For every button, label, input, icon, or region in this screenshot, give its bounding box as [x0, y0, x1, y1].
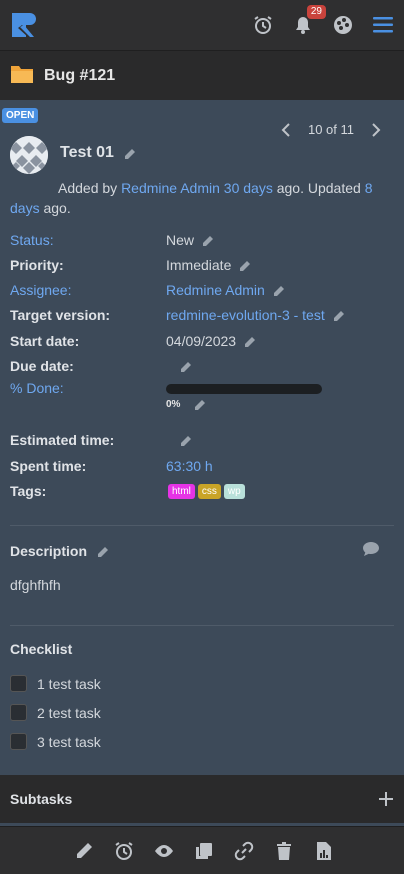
subtasks-title: Subtasks — [10, 791, 73, 807]
attr-label: Spent time: — [10, 458, 87, 474]
bottom-toolbar — [0, 826, 404, 874]
attr-target-version: Target version: redmine-evolution-3 - te… — [10, 305, 390, 325]
attr-done: % Done: 0% — [10, 380, 390, 420]
chevron-left-icon[interactable] — [280, 122, 294, 137]
checklist-item: 1 test task — [10, 675, 101, 692]
edit-pencil-icon[interactable] — [202, 234, 214, 246]
edit-pencil-icon[interactable] — [97, 545, 109, 557]
edit-pencil-icon[interactable] — [124, 147, 136, 159]
attr-spent-time: Spent time: 63:30 h — [10, 456, 390, 476]
assignee-link[interactable]: Redmine Admin — [166, 282, 265, 298]
target-version-link[interactable]: redmine-evolution-3 - test — [166, 307, 325, 323]
done-progress-bar — [166, 384, 322, 394]
description-text: dfghfhfh — [10, 577, 61, 593]
pdf-icon[interactable] — [314, 841, 334, 861]
avatar — [10, 136, 48, 174]
alarm-clock-icon[interactable] — [252, 14, 274, 36]
tag-chip[interactable]: css — [197, 483, 221, 499]
menu-icon[interactable] — [372, 14, 394, 36]
tag-chip[interactable]: wp — [223, 483, 245, 499]
page-title: Bug #121 — [44, 66, 116, 84]
issue-content: OPEN 10 of 11 Test 01 Added by Redmine A… — [0, 100, 404, 775]
attr-status: Status: New — [10, 230, 390, 250]
issue-title: Test 01 — [60, 144, 136, 162]
attr-label[interactable]: Status: — [10, 232, 166, 248]
done-percent: 0% — [166, 398, 181, 410]
description-header: Description — [10, 543, 109, 559]
comment-icon[interactable] — [362, 541, 380, 557]
attr-priority: Priority: Immediate — [10, 255, 390, 275]
issue-title-bar: Bug #121 — [0, 50, 404, 100]
checklist-checkbox[interactable] — [10, 733, 27, 750]
edit-icon[interactable] — [74, 841, 94, 861]
attr-value: New — [166, 232, 195, 248]
checklist-item-label: 1 test task — [37, 675, 101, 692]
subtasks-bar: Subtasks — [0, 775, 404, 823]
folder-icon — [10, 63, 34, 88]
pager-text: 10 of 11 — [307, 122, 354, 137]
chevron-right-icon[interactable] — [368, 122, 382, 137]
checklist-item: 3 test task — [10, 733, 101, 750]
attr-label: Start date: — [10, 333, 80, 349]
link-icon[interactable] — [234, 841, 254, 861]
copy-icon[interactable] — [194, 841, 214, 861]
issue-author-line: Added by Redmine Admin 30 days ago. Upda… — [10, 180, 373, 216]
attr-label: Tags: — [10, 483, 47, 499]
attr-label[interactable]: % Done: — [10, 380, 166, 396]
top-bar: 29 — [0, 0, 404, 50]
attr-estimated-time: Estimated time: — [10, 430, 390, 450]
edit-pencil-icon[interactable] — [239, 259, 251, 271]
redmine-logo-icon[interactable] — [10, 11, 38, 39]
issue-title-text: Test 01 — [60, 144, 114, 161]
edit-pencil-icon[interactable] — [273, 284, 285, 296]
spent-time-link[interactable]: 63:30 h — [166, 458, 213, 474]
notification-count-badge: 29 — [306, 5, 326, 19]
issue-pager: 10 of 11 — [280, 122, 382, 137]
attr-assignee: Assignee: Redmine Admin — [10, 280, 390, 300]
attr-label: Target version: — [10, 307, 111, 323]
edit-pencil-icon[interactable] — [180, 360, 192, 372]
attr-label: Due date: — [10, 358, 74, 374]
alarm-clock-icon[interactable] — [114, 841, 134, 861]
edit-pencil-icon[interactable] — [244, 335, 256, 347]
attr-label[interactable]: Assignee: — [10, 282, 166, 298]
trash-icon[interactable] — [274, 841, 294, 861]
edit-pencil-icon[interactable] — [333, 309, 345, 321]
status-badge: OPEN — [2, 108, 39, 123]
divider — [10, 525, 394, 526]
checklist-item: 2 test task — [10, 704, 101, 721]
tag-chip[interactable]: html — [168, 483, 195, 499]
attr-label: Estimated time: — [10, 432, 115, 448]
palette-icon[interactable] — [332, 14, 354, 36]
attr-start-date: Start date: 04/09/2023 — [10, 331, 390, 351]
attr-tags: Tags: html css wp — [10, 481, 390, 501]
attr-due-date: Due date: — [10, 356, 390, 376]
edit-pencil-icon[interactable] — [180, 434, 192, 446]
divider — [10, 625, 394, 626]
checklist-checkbox[interactable] — [10, 675, 27, 692]
attr-label: Priority: — [10, 257, 64, 273]
eye-icon[interactable] — [154, 841, 174, 861]
checklist-item-label: 2 test task — [37, 704, 101, 721]
created-ago-link[interactable]: 30 days — [224, 180, 273, 196]
attr-value: Immediate — [166, 257, 232, 273]
attr-value: 04/09/2023 — [166, 333, 237, 349]
description-title: Description — [10, 543, 88, 559]
checklist-item-label: 3 test task — [37, 733, 101, 750]
author-link[interactable]: Redmine Admin — [121, 180, 220, 196]
checklist-title: Checklist — [10, 641, 73, 657]
add-subtask-icon[interactable] — [378, 791, 394, 807]
edit-pencil-icon[interactable] — [194, 398, 206, 410]
checklist-checkbox[interactable] — [10, 704, 27, 721]
bell-icon[interactable]: 29 — [292, 5, 326, 36]
